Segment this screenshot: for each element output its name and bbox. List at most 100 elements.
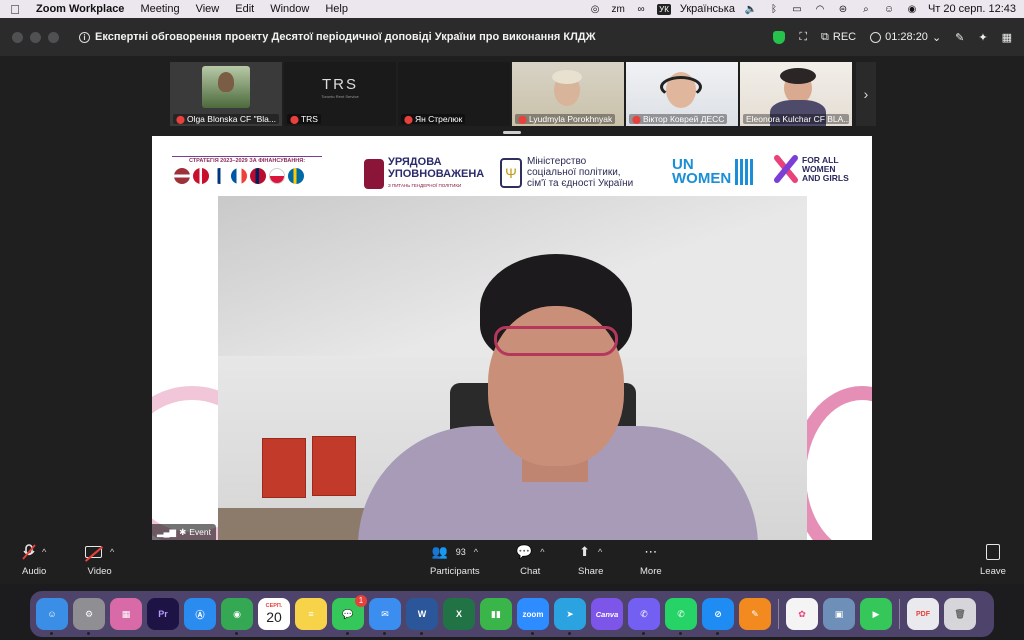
share-options-chevron-icon[interactable]: ^ <box>598 547 602 557</box>
audio-options-chevron-icon[interactable]: ^ <box>42 547 46 557</box>
meeting-title[interactable]: i Експертні обговорення проекту Десятої … <box>79 31 596 43</box>
dock-word[interactable]: W <box>406 598 438 635</box>
menu-window[interactable]: Window <box>270 3 309 15</box>
control-center-icon[interactable]: ⊜ <box>836 4 850 15</box>
dock-app-store[interactable]: Ⓐ <box>184 598 216 630</box>
meeting-info-icon[interactable]: i <box>79 31 90 43</box>
dock-launchpad[interactable]: ▦ <box>110 598 142 630</box>
pdf-document-icon: PDF <box>916 610 930 618</box>
participant-tile[interactable]: ⬤ Ян Стрелюк <box>398 62 510 126</box>
focus-view-icon[interactable]: ⛶ <box>799 31 807 44</box>
wifi-icon[interactable]: ◠ <box>813 4 827 15</box>
view-layout-icon[interactable]: ▦ <box>1002 31 1012 44</box>
dock-pages[interactable]: ✎ <box>739 598 771 630</box>
minimize-window-button[interactable] <box>30 31 41 43</box>
mic-muted-icon: ⬤ <box>632 114 641 124</box>
zoom-status-icon[interactable]: zm <box>611 4 625 15</box>
participant-tile[interactable]: ⬤ Lyudmyla Porokhnyak <box>512 62 624 126</box>
more-button[interactable]: ⋯ More <box>640 544 662 577</box>
dock-telegram[interactable]: ➤ <box>554 598 586 635</box>
annotate-pencil-icon[interactable]: ✎ <box>955 31 964 44</box>
input-language[interactable]: Українська <box>680 3 735 15</box>
dock-zoom[interactable]: zoom <box>517 598 549 635</box>
menu-meeting[interactable]: Meeting <box>140 3 179 15</box>
norway-flag-icon <box>250 168 266 184</box>
mic-muted-icon: ⬤ <box>176 114 185 124</box>
meeting-timer[interactable]: 01:28:20 ⌄ <box>870 31 941 44</box>
connection-badge[interactable]: ▂▄▆ ✱ Event <box>152 524 216 540</box>
gallery-strip: ⬤ Olga Blonska CF "Bla... TRS Toronto Ren… <box>170 62 854 126</box>
dock-pdf-document[interactable]: PDF <box>907 598 939 630</box>
dock-system-settings[interactable]: ⚙ <box>73 598 105 635</box>
dock-photos[interactable]: ✿ <box>786 598 818 630</box>
dock-numbers[interactable]: ▮▮ <box>480 598 512 630</box>
bluetooth-icon[interactable]: ᛒ <box>767 4 781 15</box>
government-commissioner-logo: УРЯДОВА УПОВНОВАЖЕНА З ПИТАНЬ ГЕНДЕРНОЇ … <box>364 156 484 192</box>
event-banner: СТРАТЕГІЯ 2023–2029 ЗА ФІНАНСУВАННЯ: УРЯ… <box>152 136 872 196</box>
dock-whatsapp[interactable]: ✆ <box>665 598 697 635</box>
dock-trash[interactable]: 🗑 <box>944 598 976 630</box>
dock-safari[interactable]: ⊘ <box>702 598 734 635</box>
chat-button[interactable]: 💬 ^ Chat <box>516 544 544 577</box>
encryption-shield-icon[interactable] <box>773 30 786 44</box>
participant-tile[interactable]: TRS Toronto Rent Service ⬤ TRS <box>284 62 396 126</box>
video-button[interactable]: ^ Video <box>84 544 114 577</box>
dock-calendar[interactable]: СЕРП. 20 <box>258 598 290 630</box>
dock-canva[interactable]: Canva <box>591 598 623 630</box>
un-women-emblem-icon <box>735 159 754 185</box>
ministry-line3: сім'ї та єдності України <box>527 178 634 189</box>
menu-edit[interactable]: Edit <box>235 3 254 15</box>
dock-viber[interactable]: ✆ <box>628 598 660 635</box>
video-off-icon <box>84 546 104 562</box>
mic-muted-icon: ⬤ <box>404 114 413 124</box>
volume-icon[interactable]: 🔈 <box>744 4 758 15</box>
gallery-next-button[interactable]: › <box>856 62 876 126</box>
un-women-logo: UN WOMEN <box>672 157 754 186</box>
user-switch-icon[interactable]: ☺ <box>882 4 896 15</box>
participant-name: ⬤ Віктор Коврей ДЕСС <box>629 114 728 124</box>
ai-companion-icon[interactable]: ✦ <box>978 31 987 44</box>
close-window-button[interactable] <box>12 31 23 43</box>
numbers-chart-icon: ▮▮ <box>491 608 501 619</box>
participants-button[interactable]: 👥 93 ^ Participants <box>430 544 480 577</box>
dock-preview[interactable]: ▣ <box>823 598 855 630</box>
record-icon: ⧉ <box>821 30 829 43</box>
siri-icon[interactable]: ◉ <box>905 4 919 15</box>
video-options-chevron-icon[interactable]: ^ <box>110 547 114 557</box>
battery-icon[interactable]: ▭ <box>790 4 804 15</box>
apple-menu-icon[interactable]:  <box>8 2 22 17</box>
creative-cloud-icon[interactable]: ∞ <box>634 4 648 15</box>
viber-status-icon[interactable]: ◎ <box>588 4 602 15</box>
dock-excel[interactable]: X <box>443 598 475 630</box>
dock-notes[interactable]: ≡ <box>295 598 327 630</box>
recording-indicator[interactable]: ⧉ REC <box>821 31 856 44</box>
menu-help[interactable]: Help <box>325 3 348 15</box>
headphones <box>660 76 702 98</box>
dock-premiere-pro[interactable]: Pr <box>147 598 179 630</box>
dock-chrome[interactable]: ◉ <box>221 598 253 635</box>
share-button[interactable]: ⬆ ^ Share <box>578 544 603 577</box>
for-all-x-icon <box>774 155 798 183</box>
input-language-code[interactable]: УК <box>657 3 671 15</box>
france-flag-icon <box>231 168 247 184</box>
participants-options-chevron-icon[interactable]: ^ <box>474 547 478 557</box>
chat-options-chevron-icon[interactable]: ^ <box>540 547 544 557</box>
dock-messages[interactable]: 💬 1 <box>332 595 367 635</box>
active-speaker-view[interactable]: СТРАТЕГІЯ 2023–2029 ЗА ФІНАНСУВАННЯ: УРЯ… <box>152 136 872 540</box>
participant-tile[interactable]: Eleonora Kulchar CF BLA... <box>740 62 852 126</box>
leave-button[interactable]: Leave <box>980 544 1006 577</box>
participant-hair <box>780 68 816 84</box>
dock-mail[interactable]: ✉ <box>369 598 401 635</box>
participant-tile[interactable]: ⬤ Віктор Коврей ДЕСС <box>626 62 738 126</box>
audio-button[interactable]: ^ Audio <box>22 544 46 577</box>
dock-finder[interactable]: ☺ <box>36 598 68 635</box>
dock-facetime[interactable]: ▶ <box>860 598 892 630</box>
strategy-logo: СТРАТЕГІЯ 2023–2029 ЗА ФІНАНСУВАННЯ: <box>172 156 322 190</box>
menubar-clock[interactable]: Чт 20 серп. 12:43 <box>928 3 1016 15</box>
spotlight-search-icon[interactable]: ⌕ <box>859 4 873 15</box>
fullscreen-window-button[interactable] <box>48 31 59 43</box>
menu-view[interactable]: View <box>196 3 220 15</box>
participant-tile[interactable]: ⬤ Olga Blonska CF "Bla... <box>170 62 282 126</box>
app-menu[interactable]: Zoom Workplace <box>36 3 124 15</box>
meeting-controls: ^ Audio ^ Video 👥 93 ^ Participants 💬 ^ <box>0 540 1024 584</box>
